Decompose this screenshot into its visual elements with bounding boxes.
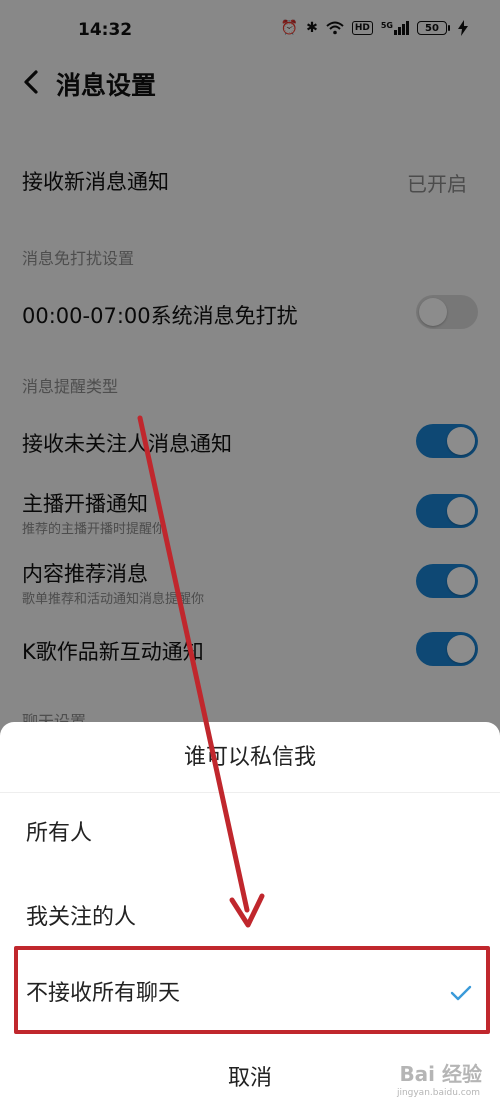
- sheet-title: 谁可以私信我: [0, 722, 500, 793]
- option-everyone[interactable]: 所有人: [0, 792, 500, 876]
- baidu-watermark-url: jingyan.baidu.com: [396, 1088, 480, 1098]
- option-everyone-label: 所有人: [26, 821, 93, 846]
- baidu-watermark: Bai 经验: [399, 1062, 482, 1086]
- highlight-box: [14, 946, 490, 1034]
